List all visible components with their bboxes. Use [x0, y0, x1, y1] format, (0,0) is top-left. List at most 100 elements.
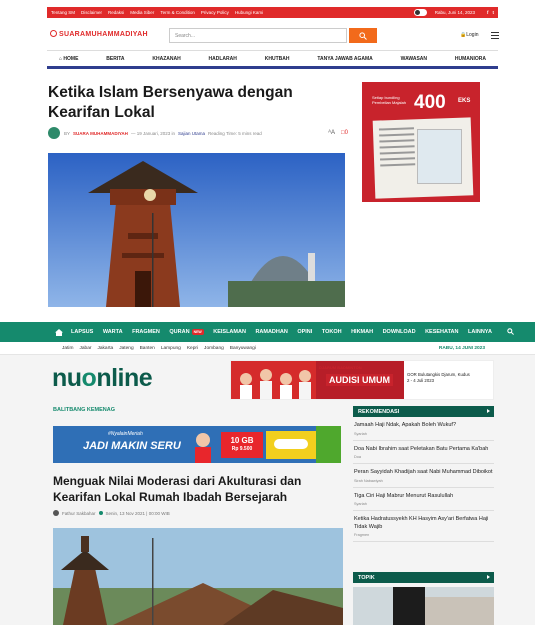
current-date: RABU, 14 JUNI 2023: [438, 345, 485, 351]
nav-item-tokoh[interactable]: TOKOH: [322, 329, 342, 335]
search-button[interactable]: [349, 28, 377, 43]
nav-item-ramadhan[interactable]: RAMADHAN: [255, 329, 287, 335]
nav-item-lapsus[interactable]: LAPSUS: [71, 329, 93, 335]
main-nav: ⌂ HOME BERITA KHAZANAH HADLARAH KHUTBAH …: [47, 50, 498, 69]
verified-icon: [98, 511, 103, 515]
nav-item-wawasan[interactable]: WAWASAN: [401, 56, 427, 62]
recommendation-category: Syariah: [354, 502, 367, 506]
ad-text: Setiap bundling Pembelian Majalah: [372, 95, 407, 105]
telco-ad[interactable]: #NyalainMeriah JADI MAKIN SERU 10 GB Rp 9…: [53, 426, 341, 463]
in-label: in: [171, 130, 176, 136]
facebook-icon[interactable]: f: [487, 10, 489, 15]
recommendation-sidebar: REKOMENDASI Jamaah Haji Ndak, Apakah Bol…: [353, 406, 494, 542]
search-icon: [359, 32, 367, 40]
author-name[interactable]: Fathur Sakbahar: [62, 511, 96, 516]
recommendation-title[interactable]: Peran Sayyidah Khadijah saat Nabi Muhamm…: [354, 469, 494, 477]
login-button[interactable]: 🔒Login: [460, 32, 478, 38]
recommendation-title[interactable]: Ketika Hadratussyekh KH Hasyim Asy'ari B…: [354, 516, 494, 531]
author-avatar: [48, 127, 60, 139]
topik-header[interactable]: TOPIK: [353, 572, 494, 583]
nuonline-screenshot: LAPSUS WARTA FRAGMEN QURAN NEW KEISLAMAN …: [0, 322, 535, 625]
home-icon[interactable]: [55, 328, 63, 336]
recommendation-category: Sirah Nabawiyah: [354, 478, 383, 483]
ad-magazine-image: [417, 129, 462, 184]
article-date: Senin, 13 Nov 2021 | 00:00 WIB: [105, 510, 170, 516]
region-link[interactable]: Lampung: [161, 346, 181, 351]
region-link[interactable]: Jabar: [79, 346, 91, 351]
region-link[interactable]: Banten: [140, 346, 155, 351]
nuonline-logo[interactable]: nuonline: [52, 364, 153, 393]
recommendation-item[interactable]: Tiga Ciri Haji Mabrur Menurut Rasulullah…: [353, 488, 494, 511]
login-label: Login: [466, 32, 479, 38]
nav-item-quran[interactable]: QURAN NEW: [169, 329, 204, 335]
nav-item-khutbah[interactable]: KHUTBAH: [265, 56, 290, 62]
recommendation-category: Syariah: [354, 431, 367, 436]
new-badge: NEW: [191, 329, 204, 335]
magazine-ad[interactable]: Setiap bundling Pembelian Majalah 400 EK…: [362, 82, 480, 202]
top-link[interactable]: Disclaimer: [81, 10, 102, 15]
top-link[interactable]: Media Siber: [130, 10, 154, 15]
recommendation-title[interactable]: Doa Nabi Ibrahim saat Peletakan Batu Per…: [354, 446, 494, 454]
nav-item-download[interactable]: DOWNLOAD: [383, 329, 416, 335]
nav-item-fragmen[interactable]: FRAGMEN: [132, 329, 160, 335]
nav-item-khazanah[interactable]: KHAZANAH: [152, 56, 180, 62]
nav-item-humaniora[interactable]: HUMANIORA: [455, 56, 486, 62]
comments-icon[interactable]: □0: [341, 130, 348, 136]
author-link[interactable]: SUARA MUHAMMADIYAH: [73, 131, 128, 136]
recommendation-header[interactable]: REKOMENDASI: [353, 406, 494, 417]
author-icon: [53, 510, 59, 516]
article-meta: Fathur Sakbahar Senin, 13 Nov 2021 | 00:…: [53, 510, 170, 516]
region-link[interactable]: Jombang: [204, 346, 224, 351]
breadcrumb[interactable]: BALITBANG KEMENAG: [53, 407, 115, 413]
recommendation-item[interactable]: Peran Sayyidah Khadijah saat Nabi Muhamm…: [353, 464, 494, 488]
nav-item-warta[interactable]: WARTA: [103, 329, 123, 335]
nav-item-tanya-jawab[interactable]: TANYA JAWAB AGAMA: [317, 56, 372, 62]
top-link[interactable]: Tentang SM: [51, 10, 75, 15]
nav-item-home[interactable]: ⌂ HOME: [59, 56, 78, 62]
font-size-icon[interactable]: ᴬA: [328, 130, 335, 136]
top-link[interactable]: Hubungi Kami: [235, 10, 263, 15]
topik-image-kaaba[interactable]: [353, 587, 494, 625]
top-link[interactable]: Privacy Policy: [201, 10, 229, 15]
nav-item-hikmah[interactable]: HIKMAH: [351, 329, 373, 335]
recommendation-item[interactable]: Doa Nabi Ibrahim saat Peletakan Batu Per…: [353, 441, 494, 464]
topik-section: TOPIK: [353, 572, 494, 625]
region-link[interactable]: Jatim: [62, 346, 73, 351]
dark-mode-toggle[interactable]: [413, 9, 427, 16]
category-link[interactable]: Sajian Utama: [178, 131, 205, 136]
audisi-banner[interactable]: DJARUM BADMINTON AUDISI UMUM GOR Bulutan…: [230, 360, 494, 400]
region-link[interactable]: Banyuwangi: [230, 346, 256, 351]
top-date: Rabu, Juni 14, 2023: [434, 10, 475, 15]
ad-green-panel: [316, 426, 341, 463]
recommendation-title[interactable]: Tiga Ciri Haji Mabrur Menurut Rasulullah: [354, 493, 494, 501]
top-link[interactable]: Redaksi: [108, 10, 124, 15]
article-title: Ketika Islam Bersenyawa dengan Kearifan …: [48, 84, 293, 121]
nav-item-kesehatan[interactable]: KESEHATAN: [425, 329, 458, 335]
top-link[interactable]: Term & Condition: [160, 10, 195, 15]
nav-item-opini[interactable]: OPINI: [297, 329, 312, 335]
region-link[interactable]: Kepri: [187, 346, 198, 351]
region-bar: Jatim Jabar Jakarta Jateng Banten Lampun…: [0, 342, 535, 355]
nav-item-keislaman[interactable]: KEISLAMAN: [213, 329, 246, 335]
nav-item-hadlarah[interactable]: HADLARAH: [209, 56, 237, 62]
search-input[interactable]: Search...: [169, 28, 347, 43]
banner-info: GOR Bulutangkis Djarum, Kudus 2 - 4 Juli…: [407, 372, 470, 383]
region-link[interactable]: Jateng: [119, 346, 133, 351]
logo-mark-icon: [50, 30, 57, 37]
twitter-icon[interactable]: t: [493, 10, 495, 15]
nav-item-berita[interactable]: BERITA: [106, 56, 124, 62]
banner-title: AUDISI UMUM: [326, 374, 393, 386]
article-date: 19 Januari, 2023: [136, 130, 171, 136]
ad-offer: 10 GB Rp 9.500: [221, 432, 263, 458]
recommendation-item[interactable]: Ketika Hadratussyekh KH Hasyim Asy'ari B…: [353, 511, 494, 542]
banner-brand: DJARUM BADMINTON: [319, 365, 362, 370]
recommendation-title[interactable]: Jamaah Haji Ndak, Apakah Boleh Wukuf?: [354, 422, 494, 430]
region-link[interactable]: Jakarta: [97, 346, 113, 351]
search-icon[interactable]: [507, 327, 515, 337]
menu-icon[interactable]: [491, 32, 499, 41]
article-title: Menguak Nilai Moderasi dari Akulturasi d…: [53, 474, 302, 504]
recommendation-item[interactable]: Jamaah Haji Ndak, Apakah Boleh Wukuf? Sy…: [353, 417, 494, 441]
nav-item-lainnya[interactable]: LAINNYA: [468, 329, 492, 335]
ad-hashtag: #NyalainMeriah: [108, 431, 143, 437]
site-logo[interactable]: SUARAMUHAMMADIYAH: [50, 30, 148, 38]
